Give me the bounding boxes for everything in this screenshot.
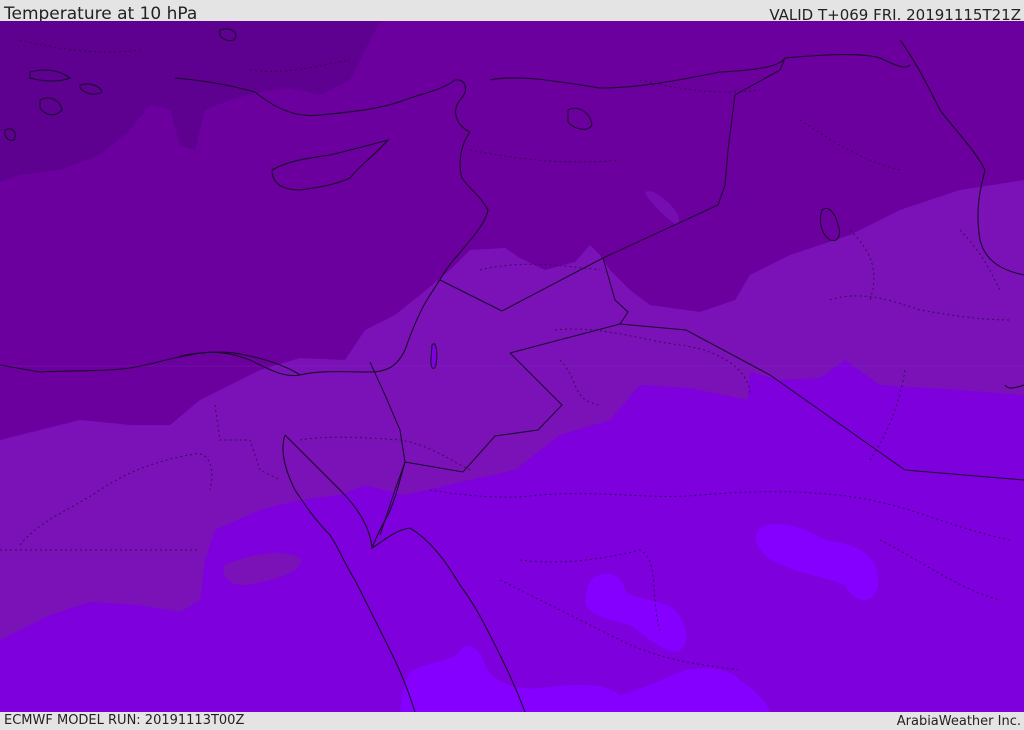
footer-bar: ECMWF MODEL RUN: 20191113T00Z ArabiaWeat… — [0, 712, 1024, 729]
dead-sea — [430, 343, 438, 369]
credit-label: ArabiaWeather Inc. — [896, 714, 1021, 729]
weather-map[interactable] — [0, 21, 1024, 712]
header-bar: Temperature at 10 hPa VALID T+069 FRI. 2… — [0, 0, 1024, 24]
model-run-label: ECMWF MODEL RUN: 20191113T00Z — [4, 713, 245, 728]
